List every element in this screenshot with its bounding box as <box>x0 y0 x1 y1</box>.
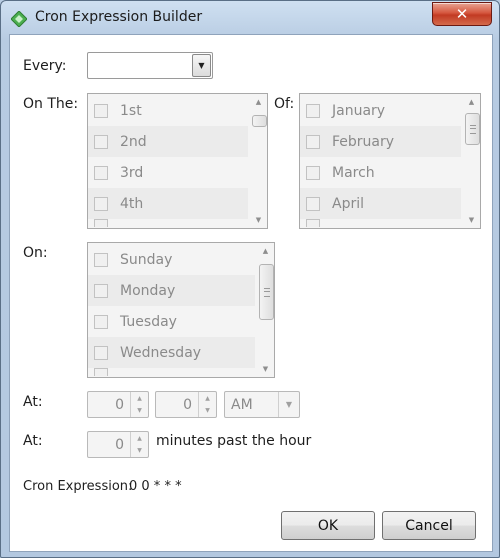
list-item-label: Tuesday <box>120 313 177 330</box>
cancel-button[interactable]: Cancel <box>382 511 476 540</box>
at-time-label: At: <box>23 394 43 410</box>
list-item-label: Monday <box>120 282 176 299</box>
on-the-listbox[interactable]: 1st 2nd 3rd 4th ▲ ▼ <box>87 93 268 229</box>
scroll-thumb[interactable] <box>259 264 274 320</box>
window-title: Cron Expression Builder <box>35 9 203 25</box>
checkbox[interactable] <box>306 196 320 211</box>
checkbox[interactable] <box>94 345 108 360</box>
list-item-label: Sunday <box>120 251 173 268</box>
list-item[interactable]: Tuesday <box>88 306 255 337</box>
scroll-down-icon[interactable]: ▼ <box>463 212 480 228</box>
months-listbox[interactable]: January February March April ▲ ▼ <box>299 93 481 229</box>
list-item[interactable]: Monday <box>88 275 255 306</box>
checkbox <box>94 219 108 227</box>
minute-value: 0 <box>183 397 192 413</box>
scroll-thumb[interactable] <box>252 115 267 127</box>
cron-expression-value: 0 0 * * * <box>129 479 182 494</box>
chevron-up-icon[interactable]: ▲ <box>199 392 216 405</box>
vertical-scrollbar[interactable]: ▲ ▼ <box>463 94 480 228</box>
list-item-label: January <box>332 102 386 119</box>
list-item-label: February <box>332 133 395 150</box>
cron-expression-label: Cron Expression: <box>23 479 133 494</box>
list-item-partial <box>88 368 255 376</box>
minutes-past-stepper[interactable]: 0 ▲ ▼ <box>87 431 149 458</box>
minutes-past-value: 0 <box>115 437 124 453</box>
checkbox[interactable] <box>306 165 320 180</box>
green-diamond-icon <box>11 11 27 27</box>
checkbox[interactable] <box>94 283 108 298</box>
close-icon: ✕ <box>455 5 469 23</box>
every-label: Every: <box>23 58 67 74</box>
title-bar[interactable]: Cron Expression Builder ✕ <box>1 1 499 35</box>
list-item-label: 4th <box>120 195 144 212</box>
list-item[interactable]: January <box>300 95 461 126</box>
checkbox[interactable] <box>94 103 108 118</box>
scroll-thumb[interactable] <box>465 113 480 145</box>
list-item-label: Wednesday <box>120 344 202 361</box>
list-item[interactable]: 1st <box>88 95 248 126</box>
chevron-down-icon[interactable]: ▼ <box>131 405 148 418</box>
vertical-scrollbar[interactable]: ▲ ▼ <box>250 94 267 228</box>
list-item-label: 1st <box>120 102 142 119</box>
list-item-label: March <box>332 164 375 181</box>
checkbox[interactable] <box>94 252 108 267</box>
minutes-past-label: minutes past the hour <box>156 433 312 449</box>
chevron-up-icon[interactable]: ▲ <box>131 392 148 405</box>
ok-button[interactable]: OK <box>281 511 375 540</box>
minute-stepper[interactable]: 0 ▲ ▼ <box>155 391 217 418</box>
checkbox[interactable] <box>306 134 320 149</box>
dialog-window: Cron Expression Builder ✕ Every: ▼ On Th… <box>0 0 500 558</box>
chevron-down-icon[interactable]: ▼ <box>192 54 211 77</box>
hour-value: 0 <box>115 397 124 413</box>
list-item[interactable]: Sunday <box>88 244 255 275</box>
scroll-up-icon[interactable]: ▲ <box>257 243 274 259</box>
scroll-up-icon[interactable]: ▲ <box>250 94 267 110</box>
checkbox[interactable] <box>306 103 320 118</box>
chevron-down-icon[interactable]: ▼ <box>199 405 216 418</box>
ampm-dropdown[interactable]: AM ▼ <box>224 391 300 418</box>
hour-stepper[interactable]: 0 ▲ ▼ <box>87 391 149 418</box>
scroll-up-icon[interactable]: ▲ <box>463 94 480 110</box>
list-item-label: 3rd <box>120 164 144 181</box>
checkbox <box>306 219 320 227</box>
scroll-down-icon[interactable]: ▼ <box>250 212 267 228</box>
list-item[interactable]: 3rd <box>88 157 248 188</box>
list-item[interactable]: 2nd <box>88 126 248 157</box>
list-item-partial <box>88 219 248 227</box>
dialog-content: Every: ▼ On The: 1st 2nd 3rd 4th ▲ ▼ Of:… <box>9 34 493 552</box>
scroll-down-icon[interactable]: ▼ <box>257 361 274 377</box>
list-item[interactable]: March <box>300 157 461 188</box>
list-item[interactable]: February <box>300 126 461 157</box>
checkbox[interactable] <box>94 134 108 149</box>
checkbox[interactable] <box>94 314 108 329</box>
chevron-down-icon[interactable]: ▼ <box>131 445 148 458</box>
ampm-value: AM <box>231 397 253 413</box>
list-item-label: April <box>332 195 364 212</box>
at-minutes-label: At: <box>23 433 43 449</box>
on-the-label: On The: <box>23 96 79 112</box>
days-listbox[interactable]: Sunday Monday Tuesday Wednesday ▲ ▼ <box>87 242 275 378</box>
checkbox[interactable] <box>94 165 108 180</box>
close-button[interactable]: ✕ <box>432 2 492 26</box>
of-label: Of: <box>274 96 295 112</box>
vertical-scrollbar[interactable]: ▲ ▼ <box>257 243 274 377</box>
every-dropdown[interactable]: ▼ <box>87 52 213 79</box>
list-item-label: 2nd <box>120 133 147 150</box>
checkbox[interactable] <box>94 196 108 211</box>
list-item[interactable]: April <box>300 188 461 219</box>
chevron-down-icon[interactable]: ▼ <box>278 392 299 417</box>
checkbox <box>94 368 108 376</box>
list-item-partial <box>300 219 461 227</box>
on-label: On: <box>23 245 48 261</box>
chevron-up-icon[interactable]: ▲ <box>131 432 148 445</box>
list-item[interactable]: Wednesday <box>88 337 255 368</box>
list-item[interactable]: 4th <box>88 188 248 219</box>
